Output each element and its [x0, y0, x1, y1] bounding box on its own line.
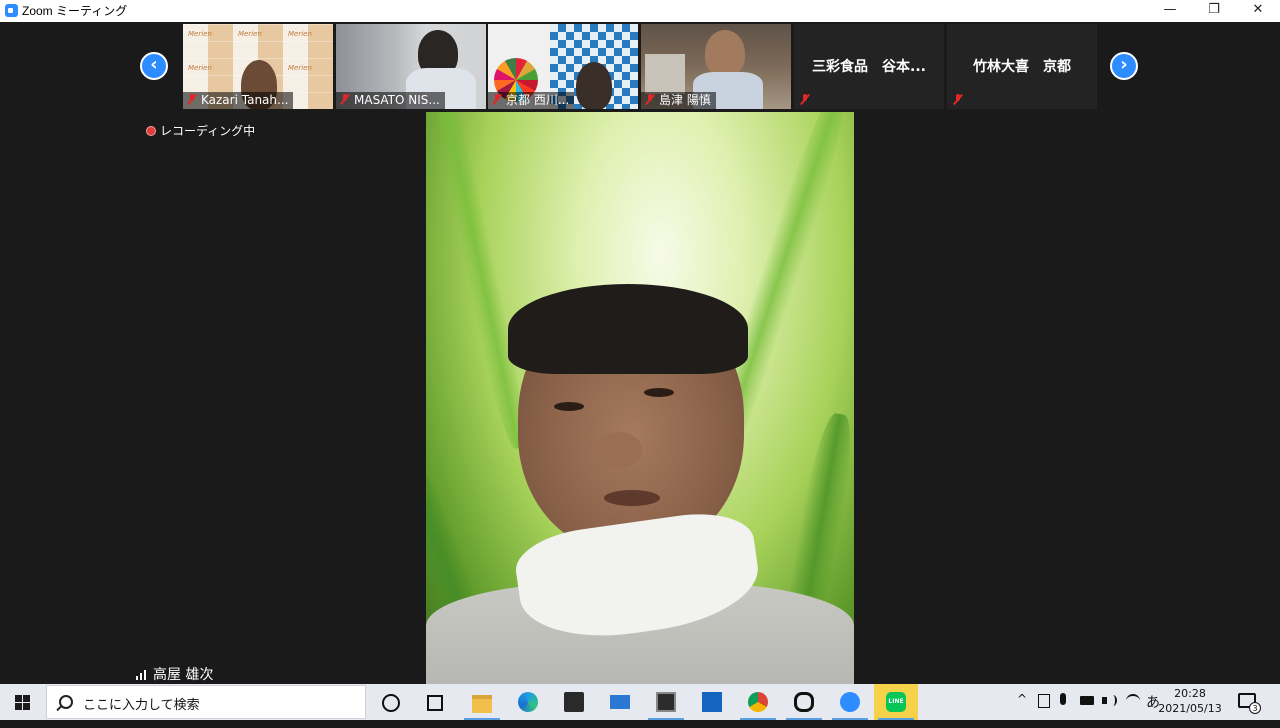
- taskbar-app-file-explorer[interactable]: [460, 684, 504, 720]
- cortana-button[interactable]: [368, 684, 412, 720]
- participant-name: 島津 陽慎: [659, 93, 711, 107]
- participant-tile[interactable]: 島津 陽慎: [641, 24, 791, 109]
- participant-name-tag: 島津 陽慎: [641, 92, 716, 109]
- taskbar-app-store[interactable]: [552, 684, 596, 720]
- search-placeholder: ここに入力して検索: [83, 698, 200, 713]
- task-view-button[interactable]: [412, 684, 456, 720]
- zoom-icon: [840, 692, 860, 712]
- taskbar-search-box[interactable]: ここに入力して検索: [46, 685, 366, 719]
- speaker-eye: [554, 402, 584, 411]
- active-speaker-label: 高屋 雄次: [136, 664, 213, 684]
- grass-blade: [428, 112, 534, 452]
- participant-video: [576, 62, 612, 109]
- participant-name: 京都 西川...: [506, 93, 570, 107]
- merien-logo: Merien: [288, 64, 312, 72]
- record-icon: [146, 126, 156, 136]
- app-blue-icon: [702, 692, 722, 712]
- mic-muted-icon: [492, 94, 502, 105]
- battery-icon[interactable]: [1080, 696, 1094, 705]
- participant-tile[interactable]: 三彩食品 谷本...: [794, 24, 944, 109]
- prev-page-button[interactable]: ‹: [140, 52, 168, 80]
- taskbar-app-generic[interactable]: [644, 684, 688, 720]
- search-icon: [59, 695, 73, 709]
- participant-tile[interactable]: Merien Merien Merien Merien Merien Kazar…: [183, 24, 333, 109]
- title-bar: Zoom ミーティング — ❐ ✕: [0, 0, 1280, 22]
- mic-muted-icon: [340, 94, 350, 105]
- merien-logo: Merien: [238, 30, 262, 38]
- task-view-icon: [427, 695, 443, 711]
- recording-label: レコーディング中: [160, 124, 256, 138]
- store-icon: [564, 692, 584, 712]
- participant-name-tag: 京都 西川...: [488, 92, 575, 109]
- cortana-icon: [382, 694, 400, 712]
- clock-date: 2021/05/13: [1158, 702, 1222, 715]
- participant-name: 三彩食品 谷本...: [812, 59, 926, 75]
- edge-icon: [518, 692, 538, 712]
- speaker-hair: [508, 284, 748, 374]
- active-speaker-video: [426, 112, 854, 684]
- chrome-icon: [748, 692, 768, 712]
- mic-muted-icon: [645, 94, 655, 105]
- recording-indicator[interactable]: レコーディング中: [146, 122, 255, 139]
- merien-logo: Merien: [188, 30, 212, 38]
- windows-taskbar: ここに入力して検索 LINE ^ あ 20:28 2021/05/13 3: [0, 684, 1280, 720]
- camera-tray-icon[interactable]: [1038, 694, 1050, 708]
- zoom-window: Zoom ミーティング — ❐ ✕ ‹ › Merien Merien Meri…: [0, 0, 1280, 684]
- participant-tile[interactable]: 竹林大喜 京都: [947, 24, 1097, 109]
- taskbar-clock[interactable]: 20:28 2021/05/13: [1150, 686, 1230, 716]
- close-icon[interactable]: ✕: [1236, 0, 1280, 22]
- app-outline-icon: [794, 692, 814, 712]
- participant-name: Kazari Tanah...: [201, 93, 289, 107]
- participant-name: 竹林大喜 京都: [973, 59, 1071, 75]
- microphone-tray-icon[interactable]: [1060, 693, 1066, 705]
- windows-logo-icon: [15, 695, 30, 710]
- mic-muted-icon: [800, 94, 810, 105]
- minimize-icon[interactable]: —: [1148, 0, 1192, 22]
- start-button[interactable]: [0, 684, 46, 720]
- participant-tile[interactable]: MASATO NIS...: [336, 24, 486, 109]
- taskbar-app-line[interactable]: LINE: [874, 684, 918, 720]
- participant-tile[interactable]: 京都 西川...: [488, 24, 638, 109]
- participant-name-tag: MASATO NIS...: [336, 92, 445, 109]
- mail-icon: [610, 695, 630, 709]
- shelf-image: [645, 54, 685, 94]
- window-title: Zoom ミーティング: [22, 4, 128, 18]
- volume-icon[interactable]: [1102, 693, 1117, 709]
- speaker-eye: [644, 388, 674, 397]
- clock-time: 20:28: [1174, 687, 1206, 700]
- zoom-app-icon: [5, 4, 18, 17]
- merien-logo: Merien: [288, 30, 312, 38]
- line-icon: LINE: [886, 692, 906, 712]
- taskbar-app-outline[interactable]: [782, 684, 826, 720]
- speaker-mouth: [604, 490, 660, 506]
- taskbar-app-zoom[interactable]: [828, 684, 872, 720]
- merien-logo: Merien: [188, 64, 212, 72]
- restore-icon[interactable]: ❐: [1192, 0, 1236, 22]
- notification-count-badge: 3: [1249, 702, 1261, 714]
- participant-name: MASATO NIS...: [354, 93, 440, 107]
- next-page-button[interactable]: ›: [1110, 52, 1138, 80]
- app-icon: [656, 692, 676, 712]
- mic-muted-icon: [187, 94, 197, 105]
- taskbar-app-mail[interactable]: [598, 684, 642, 720]
- wifi-icon[interactable]: [1126, 694, 1140, 708]
- folder-icon: [472, 695, 492, 713]
- participant-video: [705, 30, 745, 76]
- mic-muted-icon: [953, 94, 963, 105]
- speaker-nose: [596, 432, 642, 468]
- show-hidden-icons-button[interactable]: ^: [1012, 692, 1032, 728]
- taskbar-app-edge[interactable]: [506, 684, 550, 720]
- active-speaker-name: 高屋 雄次: [153, 667, 214, 683]
- taskbar-app-blue[interactable]: [690, 684, 734, 720]
- signal-strength-icon: [136, 669, 150, 680]
- participant-name-tag: Kazari Tanah...: [183, 92, 294, 109]
- taskbar-app-chrome[interactable]: [736, 684, 780, 720]
